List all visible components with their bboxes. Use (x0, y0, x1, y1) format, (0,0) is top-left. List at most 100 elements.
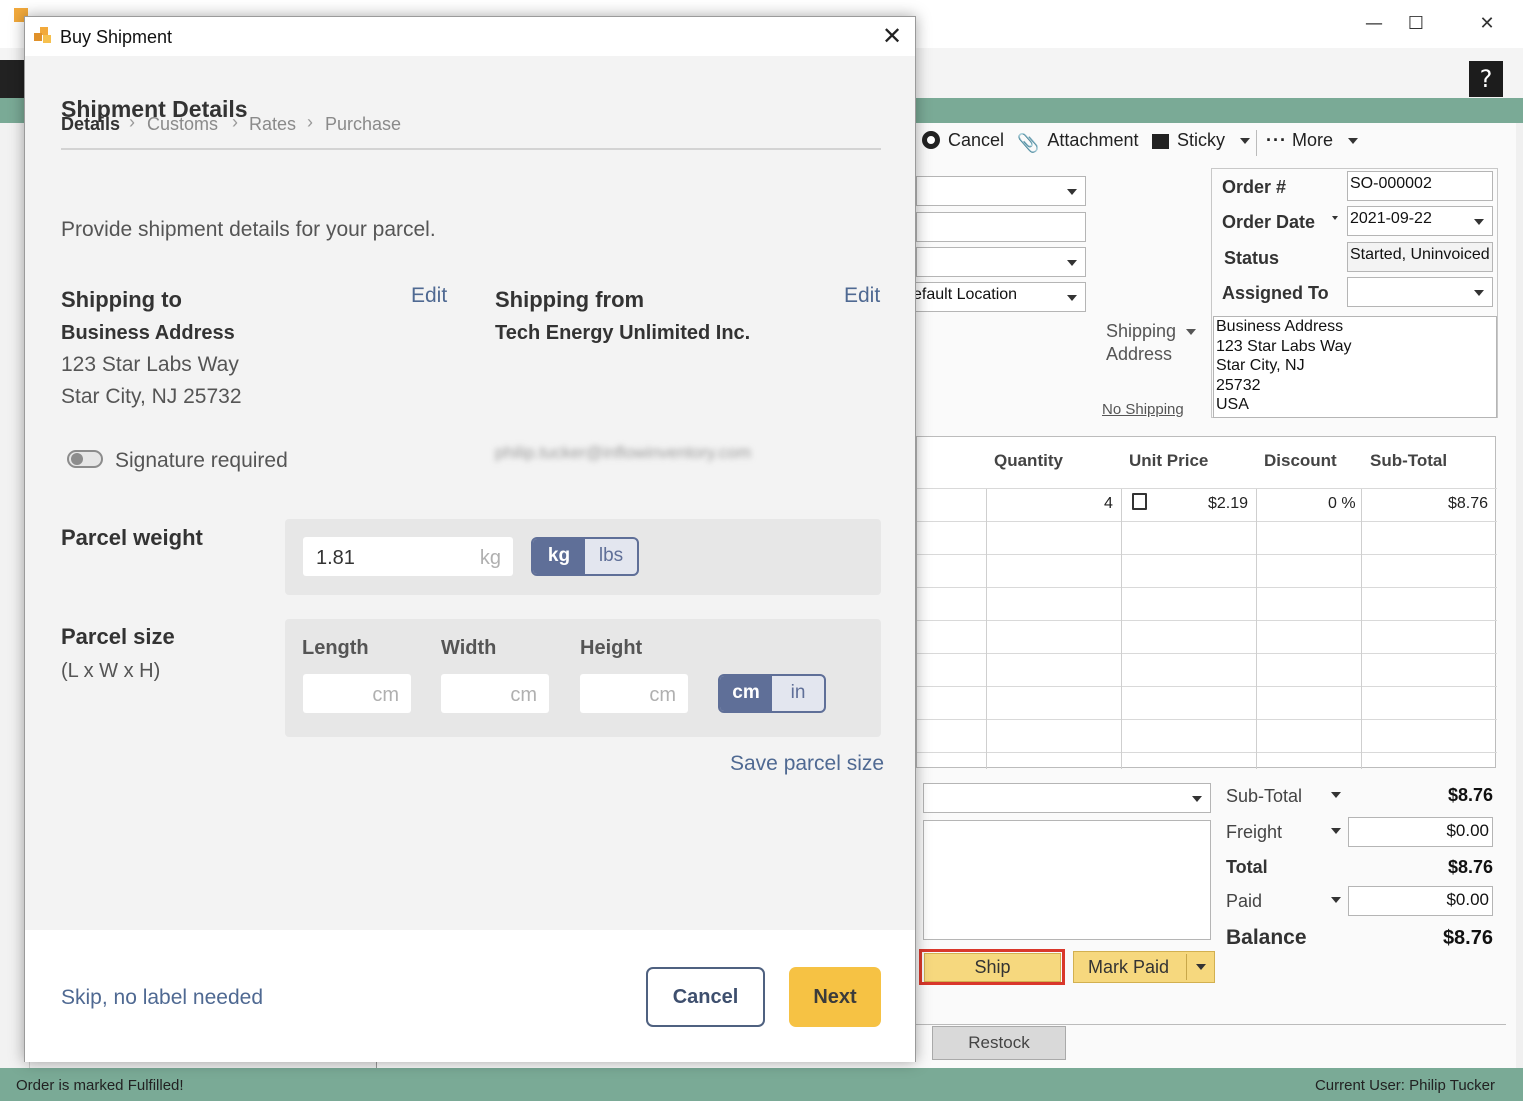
mark-paid-divider (1186, 954, 1187, 980)
chevron-down-icon[interactable] (1332, 216, 1338, 220)
chevron-down-icon[interactable] (1240, 138, 1251, 145)
column-header-quantity[interactable]: Quantity (994, 451, 1063, 471)
chevron-down-icon (1348, 138, 1359, 145)
shipping-to-line1: 123 Star Labs Way (61, 353, 239, 376)
total-value: $8.76 (1447, 857, 1493, 877)
width-label: Width (441, 637, 497, 659)
freight-label: Freight (1226, 822, 1283, 842)
maximize-icon[interactable]: ☐ (1396, 10, 1436, 38)
status-field: Started, Uninvoiced (1347, 242, 1493, 272)
edit-shipping-to-link[interactable]: Edit (411, 284, 447, 308)
minimize-icon[interactable]: — (1354, 10, 1394, 38)
ship-button[interactable]: Ship (924, 953, 1061, 982)
chevron-down-icon[interactable] (1331, 897, 1341, 903)
breadcrumb-purchase[interactable]: Purchase (325, 114, 401, 135)
address-line: USA (1216, 396, 1249, 413)
height-unit: cm (649, 684, 676, 706)
chevron-down-icon[interactable] (1331, 792, 1341, 798)
shipping-address-label: Shipping Address (1106, 320, 1197, 366)
discount-cell[interactable]: 0 % (1328, 495, 1356, 513)
freight-field[interactable]: $0.00 (1348, 817, 1493, 847)
cancel-order-button[interactable]: Cancel (922, 130, 1004, 151)
breadcrumb-customs[interactable]: Customs (147, 114, 218, 135)
assigned-to-label: Assigned To (1222, 283, 1329, 303)
status-label: Status (1224, 248, 1280, 268)
save-parcel-size-link[interactable]: Save parcel size (730, 752, 884, 776)
length-unit: cm (372, 684, 399, 706)
chevron-down-icon[interactable] (1331, 828, 1341, 834)
paperclip-icon: 📎 (1017, 133, 1040, 153)
ellipsis-icon: ··· (1266, 130, 1287, 150)
total-label: Total (1226, 857, 1268, 877)
status-message: Order is marked Fulfilled! (16, 1077, 184, 1094)
dialog-body (25, 56, 915, 930)
weight-input[interactable]: 1.81 kg (303, 537, 513, 576)
subtotal-value: $8.76 (1447, 785, 1493, 805)
skip-no-label-link[interactable]: Skip, no label needed (61, 986, 263, 1010)
status-bar: Order is marked Fulfilled! Current User:… (0, 1068, 1523, 1101)
contact-field[interactable] (916, 212, 1086, 242)
unit-price-cell[interactable]: $2.19 (1208, 495, 1248, 513)
chevron-right-icon: › (129, 112, 135, 132)
help-button[interactable]: ? (1469, 61, 1503, 97)
chevron-right-icon: › (307, 112, 313, 132)
price-lookup-icon[interactable] (1132, 493, 1147, 510)
chevron-down-icon[interactable] (1186, 329, 1197, 336)
breadcrumb-details[interactable]: Details (61, 114, 120, 135)
size-unit-toggle: cm in (718, 674, 826, 713)
location-dropdown[interactable]: efault Location (910, 282, 1086, 312)
lbs-option[interactable]: lbs (585, 539, 637, 574)
paid-field[interactable]: $0.00 (1348, 886, 1493, 916)
more-button[interactable]: ··· More (1266, 130, 1359, 151)
order-date-label: Order Date (1222, 212, 1316, 232)
mark-paid-button[interactable]: Mark Paid (1073, 951, 1215, 983)
signature-toggle[interactable] (67, 450, 103, 468)
remarks-textarea[interactable] (923, 820, 1211, 940)
column-header-discount[interactable]: Discount (1264, 451, 1337, 471)
remarks-dropdown[interactable] (923, 783, 1211, 813)
app-logo-icon (34, 27, 52, 45)
restock-tab[interactable]: Restock (932, 1026, 1066, 1060)
shipping-from-name: Tech Energy Unlimited Inc. (495, 322, 751, 344)
order-date-field[interactable]: 2021-09-22 (1347, 206, 1493, 236)
terms-dropdown[interactable] (916, 247, 1086, 277)
parcel-size-subtitle: (L x W x H) (61, 660, 161, 682)
width-input[interactable]: cm (441, 674, 549, 713)
column-header-unit-price[interactable]: Unit Price (1129, 451, 1208, 471)
height-label: Height (580, 637, 643, 659)
address-line: Business Address (1216, 318, 1344, 335)
parcel-size-title: Parcel size (61, 624, 175, 649)
status-value: Started, Uninvoiced (1350, 246, 1490, 263)
close-icon[interactable]: ✕ (880, 23, 904, 49)
order-tabs-frame (916, 1024, 1506, 1025)
edit-shipping-from-link[interactable]: Edit (844, 284, 880, 308)
close-icon[interactable]: ✕ (1467, 10, 1507, 38)
breadcrumb-divider (61, 148, 881, 150)
order-items-table: Quantity Unit Price Discount Sub-Total 4… (916, 436, 1497, 769)
customer-dropdown[interactable] (916, 176, 1086, 206)
weight-unit-toggle: kg lbs (531, 537, 639, 576)
height-input[interactable]: cm (580, 674, 688, 713)
shipping-to-name: Business Address (61, 322, 235, 344)
in-option[interactable]: in (772, 676, 824, 711)
kg-option[interactable]: kg (533, 539, 585, 574)
balance-value: $8.76 (1442, 927, 1493, 949)
order-number-field[interactable]: SO-000002 (1347, 171, 1493, 201)
cm-option[interactable]: cm (720, 676, 772, 711)
quantity-cell[interactable]: 4 (1104, 495, 1113, 513)
cancel-order-label: Cancel (948, 130, 1005, 150)
no-shipping-link[interactable]: No Shipping (1102, 401, 1184, 418)
cancel-button[interactable]: Cancel (646, 967, 765, 1027)
attachment-button[interactable]: 📎 Attachment (1017, 130, 1138, 153)
next-button[interactable]: Next (789, 967, 881, 1027)
breadcrumb-rates[interactable]: Rates (249, 114, 296, 135)
mark-paid-label: Mark Paid (1088, 957, 1170, 977)
subtotal-label: Sub-Total (1226, 786, 1303, 806)
assigned-to-dropdown[interactable] (1347, 277, 1493, 307)
length-input[interactable]: cm (303, 674, 411, 713)
shipping-from-email: philip.tucker@inflowinventory.com (495, 443, 751, 462)
sticky-button[interactable]: Sticky (1152, 130, 1251, 151)
shipping-address-box[interactable]: Business Address 123 Star Labs Way Star … (1213, 316, 1497, 418)
column-header-subtotal[interactable]: Sub-Total (1370, 451, 1447, 471)
chevron-down-icon[interactable] (1196, 964, 1206, 970)
